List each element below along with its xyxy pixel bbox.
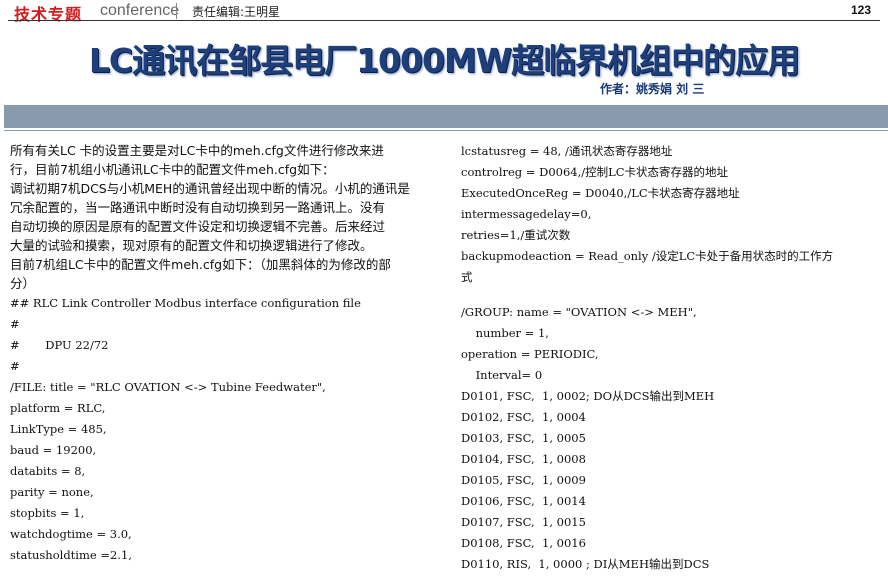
article-title: LC通讯在邹县电厂1000MW超临界机组中的应用 <box>88 41 800 80</box>
decorative-band <box>4 105 888 128</box>
code-line: ## RLC Link Controller Modbus interface … <box>10 296 361 310</box>
code-line: D0107, FSC, 1, 0015 <box>461 515 586 529</box>
code-line: /GROUP: name = "OVATION <-> MEH", <box>461 305 697 319</box>
code-line: retries=1,/重试次数 <box>461 228 571 242</box>
code-line: ExecutedOnceReg = D0040,/LC卡状态寄存器地址 <box>461 186 740 200</box>
code-line: LinkType = 485, <box>10 422 107 436</box>
code-line: D0106, FSC, 1, 0014 <box>461 494 586 508</box>
code-line: D0103, FSC, 1, 0005 <box>461 431 586 445</box>
code-line: statusholdtime =2.1, <box>10 548 132 562</box>
code-line: # <box>10 317 20 331</box>
body-line: 行，目前7机组小机通讯LC卡中的配置文件meh.cfg如下： <box>10 162 335 177</box>
conference-word: conference <box>100 2 180 19</box>
code-line: D0110, RIS, 1, 0000 ; DI从MEH输出到DCS <box>461 557 710 571</box>
body-line: 目前7机组LC卡中的配置文件meh.cfg如下：（加黑斜体的为修改的部 <box>10 257 391 272</box>
header-rule <box>8 20 880 21</box>
code-line: D0102, FSC, 1, 0004 <box>461 410 586 424</box>
code-line: stopbits = 1, <box>10 506 85 520</box>
code-line: operation = PERIODIC, <box>461 347 599 361</box>
code-line: intermessagedelay=0, <box>461 207 592 221</box>
right-column: lcstatusreg = 48, /通讯状态寄存器地址 controlreg … <box>461 141 881 575</box>
code-line: platform = RLC, <box>10 401 106 415</box>
code-line: /FILE: title = "RLC OVATION <-> Tubine F… <box>10 380 326 394</box>
band-rule <box>4 130 888 131</box>
left-column: 所有有关LC 卡的设置主要是对LC卡中的meh.cfg文件进行修改来进 行，目前… <box>10 141 442 566</box>
code-line: baud = 19200, <box>10 443 97 457</box>
page-header: 技术专题 conference 责任编辑:王明星 123 <box>0 0 888 24</box>
code-line: databits = 8, <box>10 464 86 478</box>
header-separator <box>176 3 177 19</box>
page-number: 123 <box>851 3 872 17</box>
code-line: number = 1, <box>461 326 549 340</box>
code-line: Interval= 0 <box>461 368 543 382</box>
body-line: 自动切换的原因是原有的配置文件设定和切换逻辑不完善。后来经过 <box>10 219 386 234</box>
section-tag: 技术专题 <box>14 5 83 24</box>
code-line: parity = none, <box>10 485 94 499</box>
code-line: # DPU 22/72 <box>10 338 109 352</box>
body-line: 冗余配置的，当一路通讯中断时没有自动切换到另一路通讯上。没有 <box>10 200 386 215</box>
code-line: D0104, FSC, 1, 0008 <box>461 452 586 466</box>
code-line: lcstatusreg = 48, /通讯状态寄存器地址 <box>461 144 673 158</box>
code-line: D0101, FSC, 1, 0002; DO从DCS输出到MEH <box>461 389 715 403</box>
body-line: 分） <box>10 276 36 291</box>
article-authors: 作者：姚秀娟 刘 三 <box>600 82 705 96</box>
code-line: D0108, FSC, 1, 0016 <box>461 536 586 550</box>
code-line: watchdogtime = 3.0, <box>10 527 132 541</box>
code-line: 式 <box>461 270 473 284</box>
code-line: controlreg = D0064,/控制LC卡状态寄存器的地址 <box>461 165 729 179</box>
code-line: backupmodeaction = Read_only /设定LC卡处于备用状… <box>461 249 834 263</box>
body-line: 所有有关LC 卡的设置主要是对LC卡中的meh.cfg文件进行修改来进 <box>10 143 384 158</box>
editor-credit: 责任编辑:王明星 <box>192 5 281 19</box>
code-line: D0105, FSC, 1, 0009 <box>461 473 586 487</box>
body-line: 大量的试验和摸索，现对原有的配置文件和切换逻辑进行了修改。 <box>10 238 373 253</box>
code-line: # <box>10 359 20 373</box>
body-line: 调试初期7机DCS与小机MEH的通讯曾经出现中断的情况。小机的通讯是 <box>10 181 410 196</box>
